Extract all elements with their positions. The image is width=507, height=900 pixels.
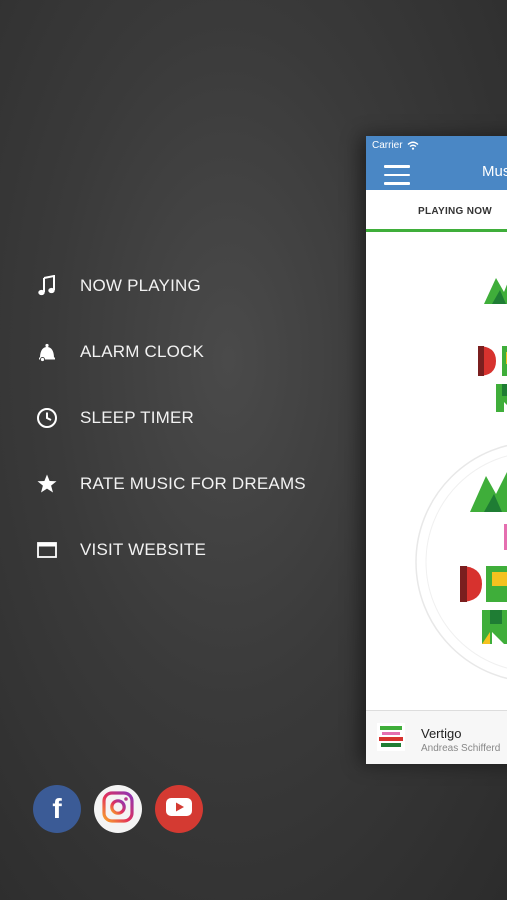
menu-item-visit-website[interactable]: VISIT WEBSITE (36, 530, 206, 570)
wifi-icon (407, 141, 419, 150)
menu-item-label: RATE MUSIC FOR DREAMS (80, 474, 306, 493)
mini-player[interactable]: Vertigo Andreas Schifferd (366, 710, 507, 764)
nav-title: Mus (482, 163, 507, 180)
track-thumbnail (377, 723, 405, 751)
clock-icon (36, 407, 58, 429)
facebook-button[interactable]: f (33, 785, 81, 833)
youtube-button[interactable] (155, 785, 203, 833)
social-links: f (33, 785, 203, 833)
track-title: Vertigo (421, 726, 462, 741)
menu-item-label: SLEEP TIMER (80, 408, 195, 427)
bell-icon (36, 341, 58, 363)
hamburger-menu-icon[interactable] (384, 165, 410, 185)
tab-playing-now[interactable]: PLAYING NOW (418, 206, 492, 217)
album-artwork (366, 232, 507, 710)
instagram-button[interactable] (94, 785, 142, 833)
tab-bar: PLAYING NOW (366, 190, 507, 232)
status-bar: Carrier (366, 136, 507, 154)
carrier-label: Carrier (372, 139, 403, 151)
youtube-icon (165, 797, 193, 822)
track-artist: Andreas Schifferd (421, 743, 501, 754)
menu-item-rate[interactable]: RATE MUSIC FOR DREAMS (36, 464, 306, 504)
menu-item-label: NOW PLAYING (80, 276, 201, 295)
app-screen-preview[interactable]: Carrier Mus PLAYING NOW Vertigo Andreas … (366, 136, 507, 764)
menu-item-label: VISIT WEBSITE (80, 540, 207, 559)
star-icon (36, 473, 58, 495)
menu-item-alarm-clock[interactable]: ALARM CLOCK (36, 332, 204, 372)
facebook-icon: f (52, 793, 62, 824)
menu-item-label: ALARM CLOCK (80, 342, 205, 361)
browser-window-icon (36, 539, 58, 561)
menu-item-now-playing[interactable]: NOW PLAYING (36, 266, 201, 306)
music-note-icon (36, 275, 58, 297)
nav-bar: Mus (366, 154, 507, 190)
instagram-icon (101, 790, 135, 829)
menu-item-sleep-timer[interactable]: SLEEP TIMER (36, 398, 194, 438)
